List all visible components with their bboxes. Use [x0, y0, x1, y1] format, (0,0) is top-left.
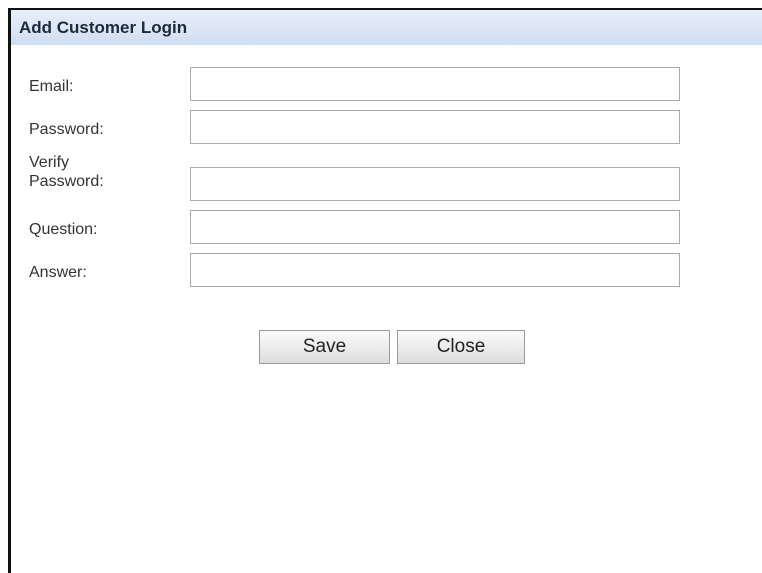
verify-password-field[interactable]: [190, 167, 680, 201]
verify-password-label: Verify Password:: [29, 153, 104, 191]
verify-password-label-line2: Password:: [29, 173, 104, 190]
email-field[interactable]: [190, 67, 680, 101]
save-button[interactable]: Save: [259, 330, 390, 364]
answer-label: Answer:: [29, 264, 87, 281]
close-button[interactable]: Close: [397, 330, 525, 364]
verify-password-label-line1: Verify: [29, 154, 70, 171]
question-label: Question:: [29, 221, 98, 238]
dialog-frame-left: [8, 8, 11, 573]
password-label: Password:: [29, 121, 104, 138]
dialog-frame-top: [8, 8, 762, 10]
password-field[interactable]: [190, 110, 680, 144]
answer-field[interactable]: [190, 253, 680, 287]
question-field[interactable]: [190, 210, 680, 244]
dialog-title: Add Customer Login: [19, 18, 188, 37]
email-label: Email:: [29, 78, 74, 95]
add-customer-login-dialog: Add Customer Login Email: Password: Veri…: [0, 0, 762, 573]
